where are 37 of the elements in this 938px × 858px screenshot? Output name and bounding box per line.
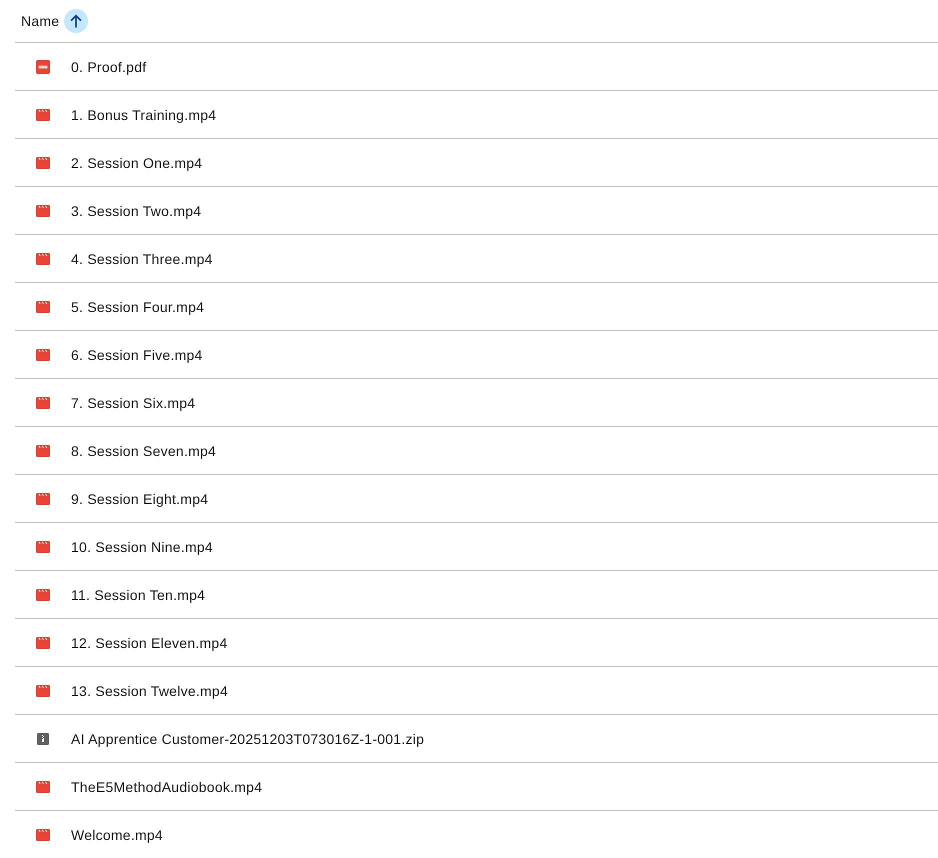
- file-name[interactable]: TheE5MethodAudiobook.mp4: [71, 778, 262, 794]
- clapperboard-icon: [36, 636, 50, 648]
- clapperboard-icon: [36, 204, 50, 216]
- up-arrow-icon: [70, 14, 82, 28]
- file-name[interactable]: Welcome.mp4: [71, 826, 163, 842]
- clapperboard-icon: [36, 492, 50, 504]
- clapperboard-icon: [36, 396, 50, 408]
- column-header: Name: [21, 13, 60, 29]
- clapperboard-icon: [36, 684, 50, 696]
- sort-button[interactable]: [64, 9, 88, 33]
- clapperboard-icon: [36, 156, 50, 168]
- file-name[interactable]: 4. Session Three.mp4: [71, 250, 213, 266]
- file-name[interactable]: 12. Session Eleven.mp4: [71, 634, 228, 650]
- file-name[interactable]: AI Apprentice Customer-20251203T073016Z-1-001.zip: [71, 730, 424, 746]
- clapperboard-icon: [36, 108, 50, 120]
- file-name[interactable]: 1. Bonus Training.mp4: [71, 106, 216, 122]
- clapperboard-icon: [36, 828, 50, 840]
- file-name[interactable]: 10. Session Nine.mp4: [71, 538, 213, 554]
- clapperboard-icon: [36, 300, 50, 312]
- clapperboard-icon: [36, 348, 50, 360]
- file-icon: [36, 60, 50, 74]
- clapperboard-icon: [36, 540, 50, 552]
- zip-file-icon: [37, 732, 49, 744]
- file-name[interactable]: 8. Session Seven.mp4: [71, 442, 216, 458]
- file-name[interactable]: 5. Session Four.mp4: [71, 298, 204, 314]
- clapperboard-icon: [36, 444, 50, 456]
- file-name[interactable]: 7. Session Six.mp4: [71, 394, 196, 410]
- file-name[interactable]: 13. Session Twelve.mp4: [71, 682, 228, 698]
- file-name[interactable]: 2. Session One.mp4: [71, 154, 202, 170]
- file-name[interactable]: 9. Session Eight.mp4: [71, 490, 208, 506]
- clapperboard-icon: [36, 252, 50, 264]
- file-name[interactable]: 11. Session Ten.mp4: [71, 586, 206, 602]
- file-name[interactable]: 6. Session Five.mp4: [71, 346, 203, 362]
- clapperboard-icon: [36, 780, 50, 792]
- clapperboard-icon: [36, 588, 50, 600]
- file-name[interactable]: 3. Session Two.mp4: [71, 202, 202, 218]
- file-name[interactable]: 0. Proof.pdf: [71, 58, 146, 74]
